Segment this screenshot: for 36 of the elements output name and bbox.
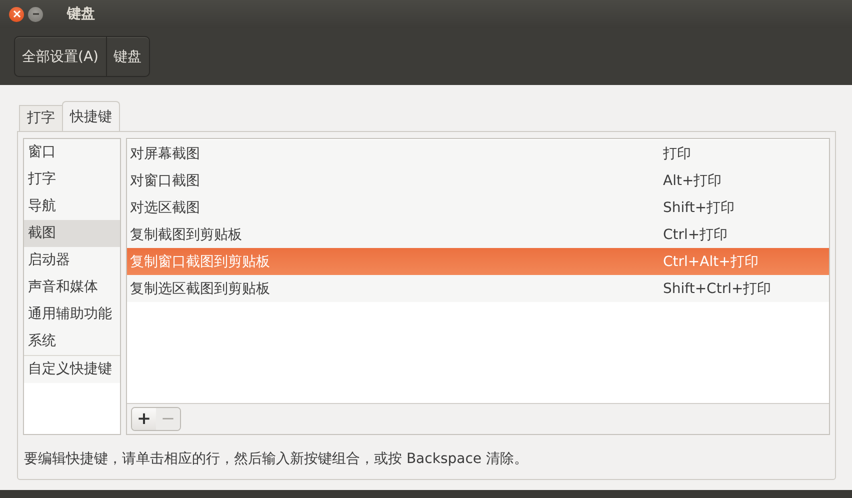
category-item[interactable]: 系统: [24, 328, 120, 355]
shortcut-row[interactable]: 对选区截图 Shift+打印: [127, 194, 829, 221]
shortcut-keys: Ctrl+打印: [663, 226, 728, 244]
shortcut-row[interactable]: 对窗口截图 Alt+打印: [127, 167, 829, 194]
shortcut-row[interactable]: 对屏幕截图 打印: [127, 140, 829, 167]
breadcrumb-button[interactable]: 全部设置(A): [15, 37, 107, 76]
category-item[interactable]: 启动器: [24, 247, 120, 274]
tab[interactable]: 打字: [19, 105, 62, 131]
shortcut-name: 对窗口截图: [130, 172, 201, 190]
shortcut-name: 复制截图到剪贴板: [130, 226, 243, 244]
shortcut-keys: Shift+打印: [663, 198, 735, 216]
close-button[interactable]: [9, 6, 24, 22]
shortcut-name: 对屏幕截图: [130, 144, 201, 162]
shortcut-keys: Alt+打印: [663, 172, 722, 190]
shortcut-keys: Ctrl+Alt+打印: [663, 252, 758, 270]
category-item[interactable]: 自定义快捷键: [24, 356, 120, 383]
category-item[interactable]: 打字: [24, 166, 120, 193]
shortcut-row[interactable]: 复制选区截图到剪贴板 Shift+Ctrl+打印: [127, 275, 829, 302]
add-button[interactable]: +: [132, 408, 156, 430]
shortcut-name: 对选区截图: [130, 198, 201, 216]
category-item[interactable]: 通用辅助功能: [24, 301, 120, 328]
breadcrumb-button[interactable]: 键盘: [106, 37, 149, 76]
hint-text: 要编辑快捷键，请单击相应的行，然后输入新按键组合，或按 Backspace 清除。: [23, 450, 529, 468]
shortcut-keys: 打印: [663, 144, 691, 162]
tab[interactable]: 快捷键: [62, 101, 120, 131]
shortcut-row[interactable]: 复制截图到剪贴板 Ctrl+打印: [127, 221, 829, 248]
category-item[interactable]: 窗口: [24, 139, 120, 166]
shortcut-name: 复制窗口截图到剪贴板: [130, 252, 271, 270]
category-item[interactable]: 声音和媒体: [24, 274, 120, 301]
category-item[interactable]: 截图: [24, 220, 120, 247]
shortcut-name: 复制选区截图到剪贴板: [130, 280, 271, 298]
category-item[interactable]: 导航: [24, 193, 120, 220]
close-icon: [12, 10, 20, 18]
shortcut-keys: Shift+Ctrl+打印: [663, 280, 772, 298]
window-title: 键盘: [67, 5, 95, 23]
minimize-button[interactable]: [28, 6, 43, 22]
